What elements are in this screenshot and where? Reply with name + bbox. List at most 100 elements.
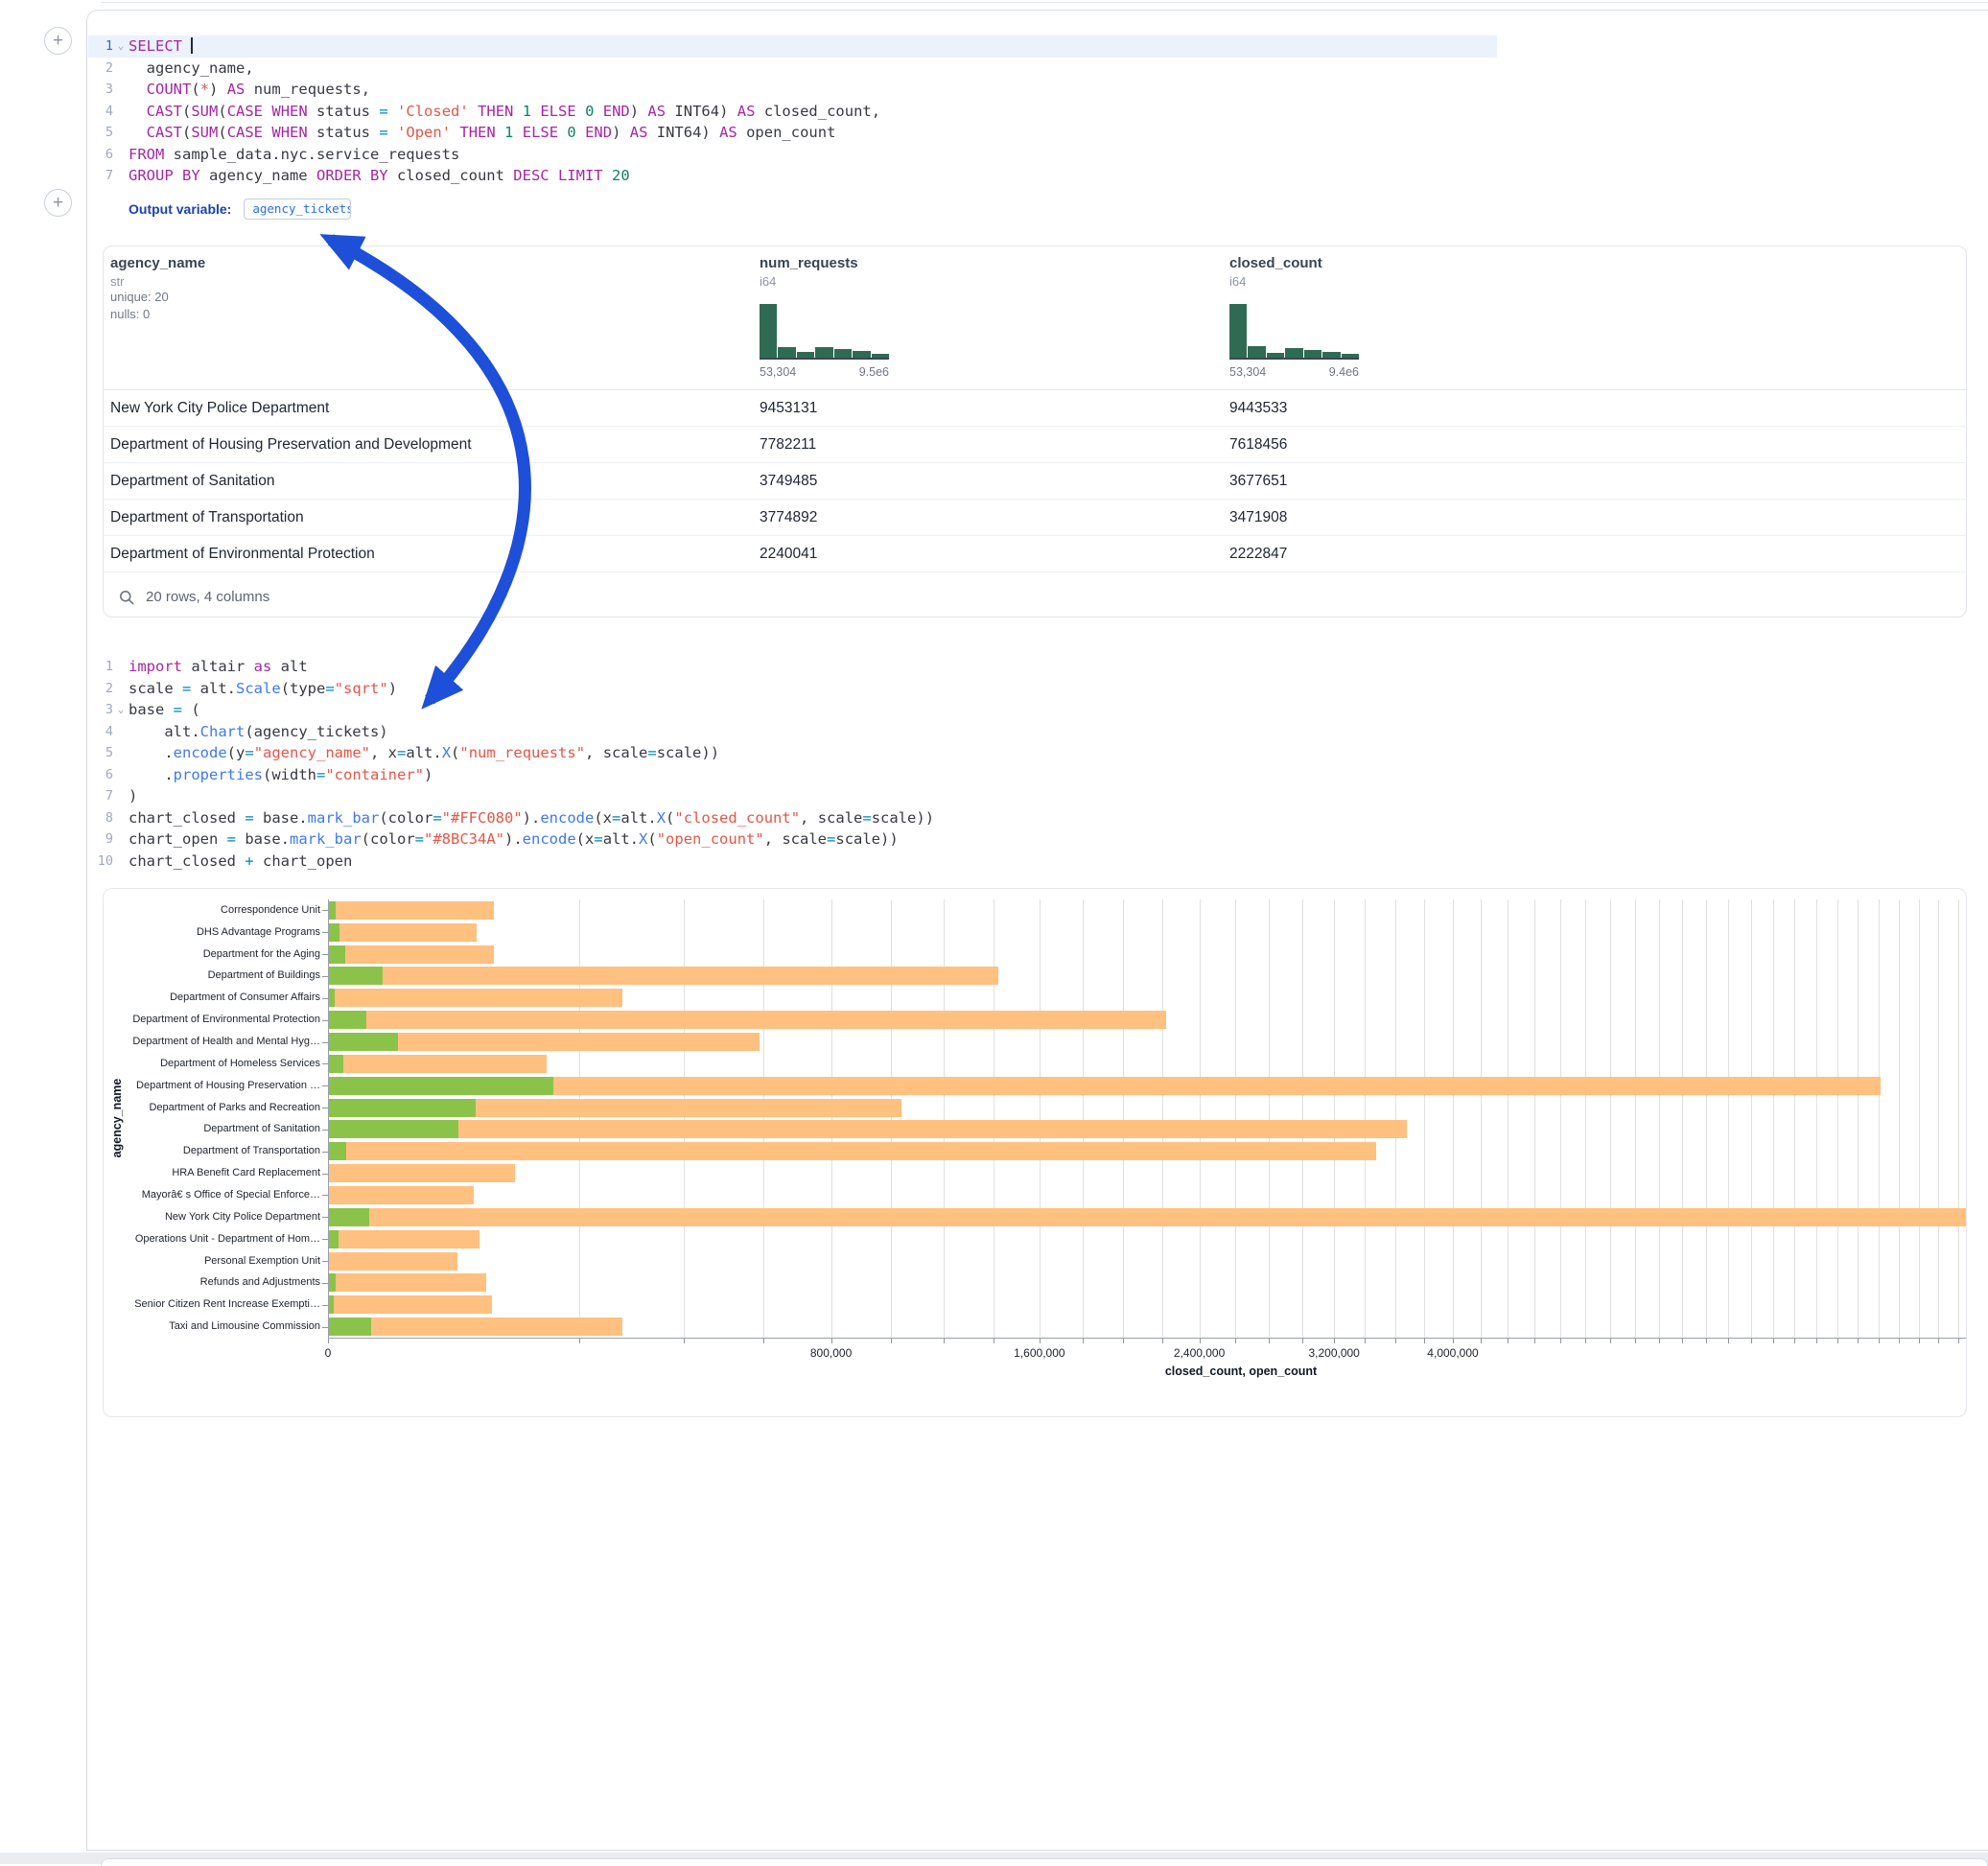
fold-spacer [113,79,129,101]
x-axis-tick [1879,1339,1880,1343]
bar-closed_count [328,923,477,942]
python-code-editor[interactable]: 1import altair as alt2scale = alt.Scale(… [88,656,1497,872]
gridline [1424,899,1425,1338]
column-histogram [760,304,889,358]
line-number: 4 [88,101,113,123]
sql-code-editor[interactable]: 1⌄SELECT 2 agency_name,3 COUNT(*) AS num… [88,35,1497,187]
bar-closed_count [328,901,494,920]
y-axis-label: Department of Homeless Services [104,1058,320,1070]
y-axis-label: Mayorâ€ s Office of Special Enforce… [104,1189,320,1201]
fold-chevron-icon[interactable]: ⌄ [113,35,129,58]
column-name: num_requests [760,255,1229,271]
x-axis-label: 0 [325,1346,332,1360]
gridline [1682,899,1683,1338]
gridline [1610,899,1611,1338]
gridline [1162,899,1163,1338]
column-stat: unique: 20 [110,289,760,306]
histogram-max: 9.4e6 [1329,365,1359,379]
code-text: CAST(SUM(CASE WHEN status = 'Open' THEN … [129,122,1497,144]
code-line: 5 .encode(y="agency_name", x=alt.X("num_… [88,742,1497,764]
bar-open_count [328,1011,366,1029]
x-axis-tick [1816,1339,1817,1343]
search-icon[interactable] [119,590,134,605]
y-axis-label: Personal Exemption Unit [104,1255,320,1268]
output-variable-chip[interactable]: agency_tickets [244,198,351,220]
y-axis-label: Department of Transportation [104,1145,320,1157]
line-number: 5 [88,122,113,144]
x-axis-tick [1302,1339,1303,1343]
histogram-bar [1342,354,1359,358]
results-table: agency_namestrunique: 20nulls: 0num_requ… [103,245,1967,618]
x-axis-label: 800,000 [810,1346,852,1360]
gridline [1083,899,1084,1338]
fold-spacer [113,101,129,123]
x-axis-tick [1162,1339,1163,1343]
x-axis-tick [1773,1339,1774,1343]
add-cell-button[interactable]: + [44,189,72,217]
x-axis-tick [1659,1339,1660,1343]
gridline [1858,899,1859,1338]
code-line: 7GROUP BY agency_name ORDER BY closed_co… [88,165,1497,187]
y-axis-label: Refunds and Adjustments [104,1276,320,1289]
bar-closed_count [328,1142,1376,1160]
histogram-baseline [1229,358,1359,360]
code-text: ) [129,785,1497,807]
x-axis-label: 2,400,000 [1174,1346,1225,1360]
bar-open_count [328,945,345,964]
x-axis-tick [1751,1339,1752,1343]
line-number: 8 [88,807,113,829]
histogram-bar [1248,346,1265,358]
bar-closed_count [328,989,622,1007]
table-cell: 9443533 [1229,400,1966,417]
x-axis-tick [1508,1339,1509,1343]
x-axis-tick [1424,1339,1425,1343]
gridline [579,899,580,1338]
column-name: agency_name [110,255,760,271]
code-line: 7) [88,785,1497,807]
gridline [1899,899,1900,1338]
column-name: closed_count [1229,255,1966,271]
x-axis-tick [1123,1339,1124,1343]
line-number: 9 [88,828,113,851]
histogram-bar [853,351,870,358]
gridline [1816,899,1817,1338]
output-variable-value: agency_tickets [252,201,351,216]
histogram-bar [1304,350,1321,358]
x-axis-tick [1269,1339,1270,1343]
gridline [1302,899,1303,1338]
fold-spacer [113,144,129,166]
x-axis-tick [684,1339,685,1343]
x-axis-tick [1837,1339,1838,1343]
fold-chevron-icon[interactable]: ⌄ [113,699,129,721]
x-axis-label: 1,600,000 [1014,1346,1064,1360]
code-text: FROM sample_data.nyc.service_requests [129,144,1497,166]
x-axis-tick [1334,1339,1335,1343]
code-text: alt.Chart(agency_tickets) [129,721,1497,743]
bar-closed_count [328,1164,515,1182]
column-header: num_requestsi6453,3049.5e6 [760,246,1229,389]
table-cell: 7618456 [1229,436,1966,454]
add-cell-button[interactable]: + [44,27,72,55]
bar-open_count [328,1033,398,1051]
code-line: 6 .properties(width="container") [88,764,1497,786]
output-variable-row: Output variable: agency_tickets [129,197,351,222]
bar-closed_count [328,1230,479,1248]
bar-closed_count [328,1011,1166,1029]
fold-spacer [113,828,129,851]
y-axis-label: Taxi and Limousine Commission [104,1320,320,1333]
y-axis-label: Senior Citizen Rent Increase Exempti… [104,1298,320,1311]
x-axis-tick [328,1339,329,1343]
y-axis-label: New York City Police Department [104,1211,320,1224]
x-axis-tick [1794,1339,1795,1343]
code-line: 5 CAST(SUM(CASE WHEN status = 'Open' THE… [88,122,1497,144]
y-axis-label: Department of Housing Preservation … [104,1080,320,1092]
table-cell: 3471908 [1229,509,1966,526]
line-number: 2 [88,678,113,700]
code-line: 10chart_closed + chart_open [88,851,1497,873]
gridline [1585,899,1586,1338]
x-axis-tick [1481,1339,1482,1343]
bar-open_count [328,1208,369,1226]
code-line: 9chart_open = base.mark_bar(color="#8BC3… [88,828,1497,851]
fold-spacer [113,678,129,700]
histogram-bar [797,352,814,358]
